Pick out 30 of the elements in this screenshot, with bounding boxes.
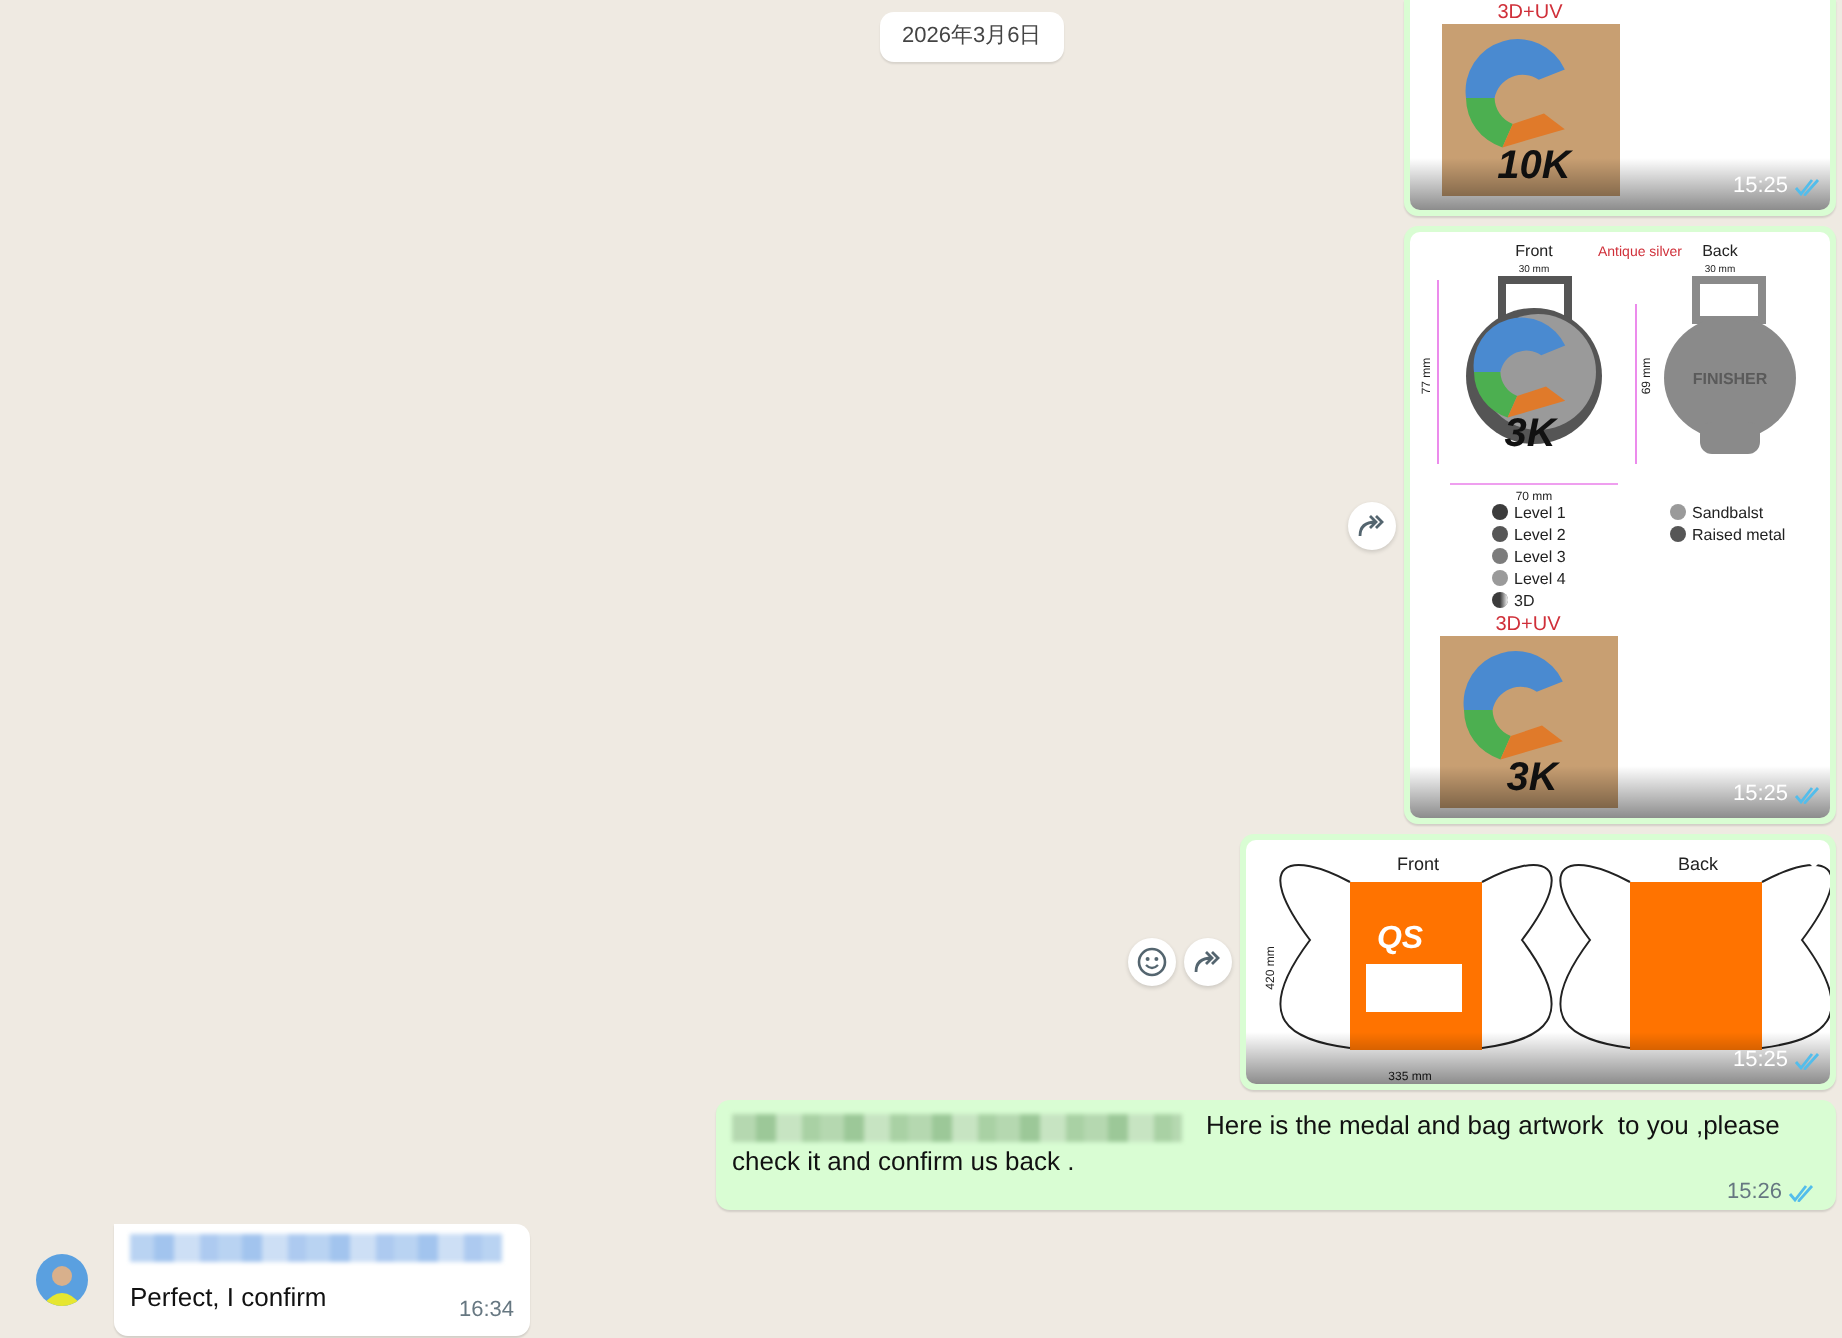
view-label: Back — [1702, 242, 1738, 260]
logo-text: QS — [1376, 922, 1424, 956]
message-time: 16:34 — [458, 1296, 514, 1326]
forward-button[interactable] — [1348, 501, 1396, 549]
legend-label: Level 1 — [1514, 504, 1566, 522]
legend-label: 3D — [1514, 592, 1535, 610]
forward-button[interactable] — [1184, 938, 1232, 986]
message-time: 15:25 — [1732, 1046, 1788, 1076]
distance-label: 3K — [1506, 756, 1558, 800]
view-label: Front — [1397, 854, 1439, 874]
legend-label: Raised metal — [1692, 526, 1786, 544]
view-label: Back — [1678, 854, 1718, 874]
forward-icon — [1192, 948, 1224, 976]
smiley-icon — [1136, 946, 1168, 978]
message-time: 15:26 — [1726, 1180, 1782, 1206]
legend-label: Level 2 — [1514, 526, 1566, 544]
emoji-button[interactable] — [1128, 938, 1176, 986]
legend-label: Level 4 — [1514, 570, 1566, 588]
view-label: Front — [1515, 242, 1553, 260]
distance-label: 10K — [1497, 144, 1571, 188]
forward-icon — [1356, 511, 1388, 539]
legend-label: Sandbalst — [1692, 504, 1764, 522]
message-time: 15:25 — [1732, 780, 1788, 810]
legend-label: Level 3 — [1514, 548, 1566, 566]
print-label: 3D+UV — [1497, 2, 1563, 24]
print-label: 3D+UV — [1495, 614, 1561, 636]
date-chip: 2026年3月6日 — [880, 12, 1064, 61]
message-text: Perfect, I confirm — [130, 1280, 327, 1316]
message-text: Here is the medal and bag artwork to you ,please check it and confirm us back . — [732, 1110, 1782, 1176]
message-time: 15:25 — [1732, 172, 1788, 202]
